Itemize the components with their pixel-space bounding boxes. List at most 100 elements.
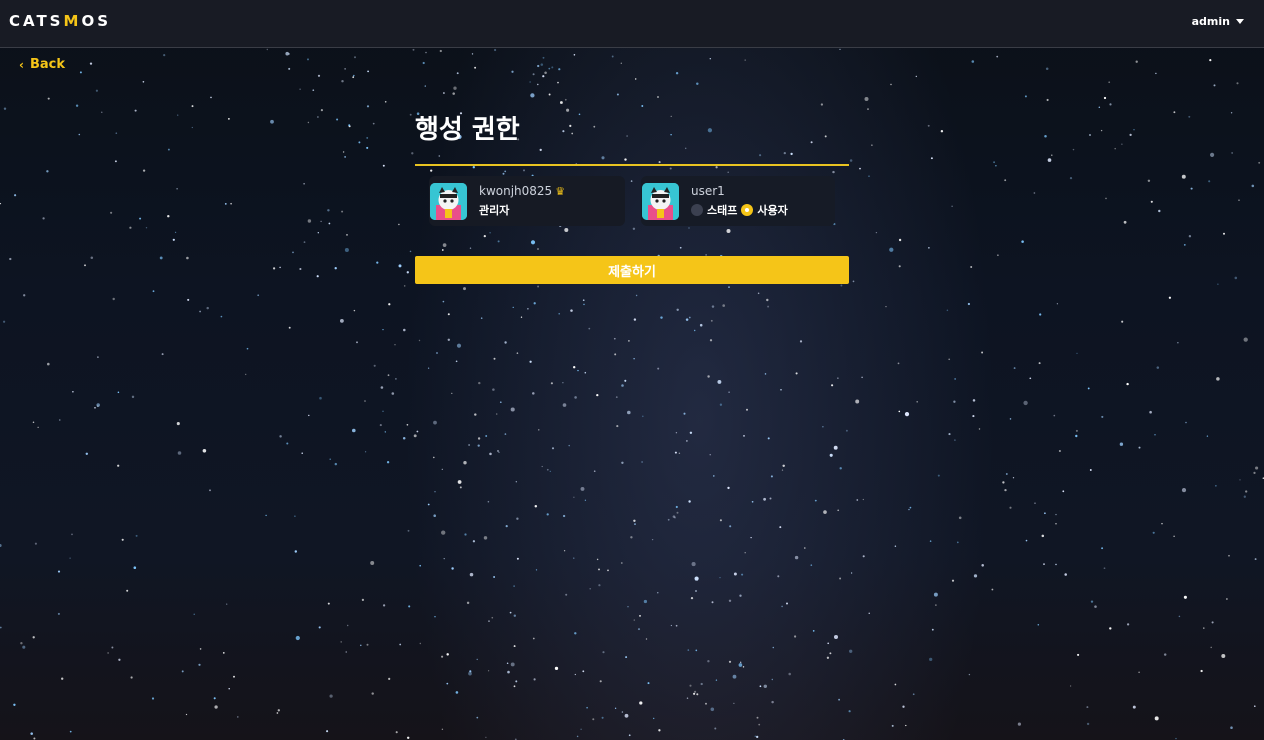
user-menu-dropdown[interactable]: admin <box>1192 15 1244 28</box>
star <box>299 88 301 90</box>
star <box>1089 134 1091 136</box>
star <box>831 384 834 387</box>
star <box>1138 446 1141 449</box>
star <box>583 303 585 306</box>
star <box>419 642 422 645</box>
back-link[interactable]: ‹ Back <box>19 57 65 72</box>
star <box>795 372 798 375</box>
star <box>317 232 319 234</box>
star <box>34 542 37 545</box>
star <box>272 267 276 270</box>
star <box>237 716 239 718</box>
star <box>14 194 17 197</box>
star <box>78 133 81 136</box>
star <box>1183 244 1186 246</box>
star <box>620 62 622 64</box>
star <box>529 81 531 83</box>
star <box>915 75 917 78</box>
star <box>1029 377 1032 380</box>
star <box>928 247 930 249</box>
star <box>537 285 540 288</box>
star <box>233 675 235 678</box>
star <box>131 395 135 399</box>
star <box>894 683 897 686</box>
star <box>993 161 996 164</box>
star <box>1090 600 1094 603</box>
role-radio-staff[interactable] <box>691 204 703 216</box>
member-card: kwonjh0825 ♛ 관리자 <box>429 176 625 226</box>
star <box>456 72 459 75</box>
star <box>711 305 715 308</box>
star <box>554 666 559 671</box>
star <box>1183 595 1187 599</box>
star <box>515 680 518 683</box>
star <box>1009 506 1012 509</box>
catsmos-logo[interactable]: CATSMOS <box>9 12 111 30</box>
star <box>973 574 978 578</box>
star <box>685 318 689 321</box>
star <box>1075 429 1078 432</box>
star <box>766 298 769 302</box>
star <box>621 711 624 713</box>
star <box>418 339 421 342</box>
star <box>340 641 342 643</box>
star <box>855 399 860 404</box>
star <box>624 713 629 718</box>
star <box>177 114 179 116</box>
star <box>867 108 869 110</box>
star <box>1173 111 1176 114</box>
star <box>951 205 953 207</box>
star <box>307 219 312 223</box>
star <box>129 226 132 229</box>
star <box>312 89 315 92</box>
star <box>1043 563 1045 565</box>
user-menu-label: admin <box>1191 15 1230 28</box>
star <box>447 313 450 316</box>
star <box>799 340 803 343</box>
star <box>829 652 832 655</box>
star <box>868 175 870 178</box>
star <box>839 577 842 580</box>
star <box>320 220 322 223</box>
star <box>364 400 366 402</box>
star <box>480 317 483 319</box>
star <box>537 83 539 86</box>
star <box>533 302 536 305</box>
star <box>995 165 997 167</box>
star <box>535 569 538 571</box>
star <box>434 616 436 618</box>
star <box>1156 366 1160 369</box>
star <box>905 724 907 727</box>
star <box>453 86 457 90</box>
star <box>345 651 347 653</box>
star <box>505 525 508 528</box>
star <box>334 462 338 466</box>
star <box>432 456 435 459</box>
star <box>85 452 89 456</box>
star <box>598 584 601 587</box>
star <box>709 454 711 456</box>
star <box>1034 502 1036 504</box>
star <box>719 576 721 579</box>
star <box>316 116 319 118</box>
chevron-down-icon <box>1236 19 1244 24</box>
star <box>344 68 346 70</box>
star <box>476 658 478 661</box>
star <box>22 645 26 649</box>
star <box>142 80 145 83</box>
submit-button[interactable]: 제출하기 <box>415 256 849 284</box>
star <box>1185 421 1187 424</box>
star <box>435 351 439 355</box>
star <box>546 513 549 516</box>
star <box>452 92 455 95</box>
star <box>596 393 599 397</box>
star <box>408 605 411 608</box>
role-radio-user[interactable] <box>741 204 754 216</box>
star <box>758 723 761 726</box>
star <box>114 160 117 163</box>
star <box>1123 220 1127 224</box>
star <box>33 737 36 740</box>
star <box>456 343 462 348</box>
star <box>1168 296 1172 299</box>
star <box>904 412 910 417</box>
